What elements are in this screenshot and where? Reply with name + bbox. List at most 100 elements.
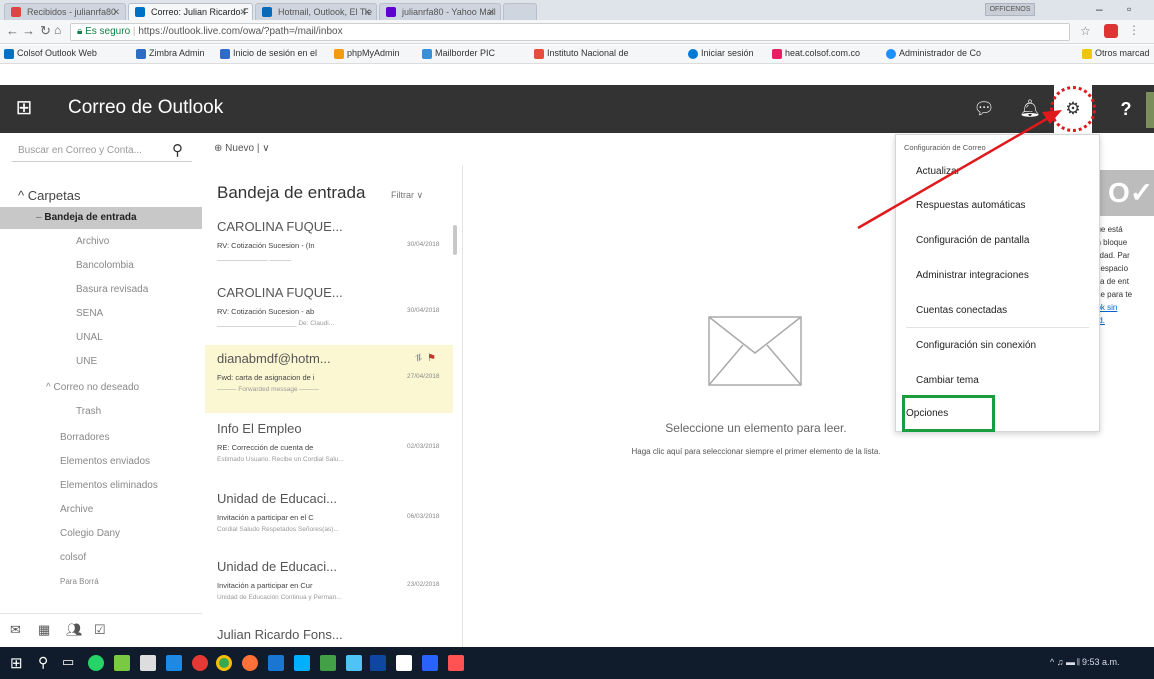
app-icon[interactable] (114, 655, 130, 671)
app-title: Correo de Outlook (68, 97, 224, 118)
calendar-icon[interactable]: ▦ (38, 622, 50, 638)
restore-icon[interactable]: ▫ (1127, 2, 1131, 16)
app-icon[interactable] (320, 655, 336, 671)
menu-item-administrar-integraciones[interactable]: Administrar integraciones (896, 259, 1099, 293)
folder-item[interactable]: Bancolombia (0, 255, 202, 277)
browser-profile-chip[interactable]: OFFICENOS (985, 3, 1035, 16)
folder-item[interactable]: SENA (0, 303, 202, 325)
browser-tab-gmail[interactable]: Recibidos - julianrfa80 ✕ (4, 3, 126, 20)
bookmark-item[interactable]: heat.colsof.com.co (772, 48, 860, 59)
folder-junk[interactable]: ^ Correo no deseado (0, 377, 202, 399)
menu-item-configuracion-sin-conexion[interactable]: Configuración sin conexión (896, 329, 1099, 363)
bookmark-item[interactable]: phpMyAdmin (334, 48, 400, 59)
task-view-icon[interactable]: ▭ (62, 654, 74, 670)
opera-icon[interactable] (192, 655, 208, 671)
message-row[interactable]: Julian Ricardo Fons... (205, 621, 453, 647)
bookmark-item[interactable]: Mailborder PIC (422, 48, 495, 59)
message-row[interactable]: Unidad de Educaci... Invitación a partic… (205, 485, 453, 553)
folder-item[interactable]: Archive (0, 499, 202, 521)
folder-item[interactable]: Trash (0, 401, 202, 423)
search-input[interactable]: Buscar en Correo y Conta... (12, 140, 192, 162)
folder-inbox[interactable]: – Bandeja de entrada (0, 207, 202, 229)
filter-button[interactable]: Filtrar ∨ (391, 190, 423, 201)
folder-item[interactable]: colsof (0, 547, 202, 569)
folder-item[interactable]: Colegio Dany (0, 523, 202, 545)
app-icon[interactable] (370, 655, 386, 671)
app-icon[interactable] (268, 655, 284, 671)
app-icon[interactable] (166, 655, 182, 671)
folder-item[interactable]: Elementos eliminados (0, 475, 202, 497)
message-row[interactable]: CAROLINA FUQUE... RV: Cotización Sucesio… (205, 279, 453, 347)
menu-divider (906, 327, 1089, 328)
close-icon[interactable]: ✕ (487, 4, 495, 20)
folder-item[interactable]: Elementos enviados (0, 451, 202, 473)
skype-chat-icon[interactable]: 💬︎ (966, 85, 1002, 133)
folder-item[interactable]: Para Borrá (0, 571, 202, 593)
menu-item-cambiar-tema[interactable]: Cambiar tema (896, 364, 1099, 398)
bookmark-item[interactable]: Administrador de Co (886, 48, 981, 59)
star-icon[interactable]: ☆ (1080, 24, 1091, 38)
menu-item-cuentas-conectadas[interactable]: Cuentas conectadas (896, 294, 1099, 328)
flag-icon[interactable]: ⚑ (427, 353, 436, 364)
menu-item-respuestas-automaticas[interactable]: Respuestas automáticas (896, 189, 1099, 223)
folder-item[interactable]: Basura revisada (0, 279, 202, 301)
close-icon[interactable]: ✕ (112, 4, 120, 20)
folder-item[interactable]: Borradores (0, 427, 202, 449)
reload-icon[interactable]: ↻ (40, 23, 51, 39)
close-icon[interactable]: ✕ (363, 4, 371, 20)
bookmark-item[interactable]: Inicio de sesión en el (220, 48, 317, 59)
scrollbar-thumb[interactable] (453, 225, 457, 255)
bookmark-folder-other[interactable]: Otros marcad (1082, 48, 1150, 59)
browser-tab-hotmail[interactable]: Hotmail, Outlook, El Tie ✕ (255, 3, 377, 20)
firefox-icon[interactable] (242, 655, 258, 671)
bookmark-item[interactable]: Zimbra Admin (136, 48, 205, 59)
system-tray[interactable]: ^ ♫ ▬ 𝄃 9:53 a.m. (1050, 657, 1120, 668)
app-icon[interactable] (422, 655, 438, 671)
home-icon[interactable]: ⌂ (54, 23, 61, 37)
menu-item-actualizar[interactable]: Actualizar (896, 155, 1099, 189)
menu-item-configuracion-pantalla[interactable]: Configuración de pantalla (896, 224, 1099, 258)
extension-icon[interactable] (1104, 24, 1118, 38)
browser-tab-yahoo[interactable]: julianrfa80 - Yahoo Mail ✕ (379, 3, 501, 20)
windows-start-icon[interactable]: ⊞ (10, 654, 23, 672)
folders-section-toggle[interactable]: ^ Carpetas (0, 185, 202, 207)
forward-icon[interactable]: → (22, 23, 35, 38)
bookmark-item[interactable]: Instituto Nacional de (534, 48, 629, 59)
close-icon[interactable]: ✕ (239, 4, 247, 20)
menu-icon[interactable]: ⋮ (1128, 23, 1140, 37)
app-icon[interactable] (294, 655, 310, 671)
bookmark-item[interactable]: Iniciar sesión (688, 48, 754, 59)
message-subject: Invitación a participar en Cur (217, 581, 313, 590)
select-first-item-link[interactable]: Haga clic aquí para seleccionar siempre … (465, 447, 1047, 456)
message-row-selected[interactable]: dianabmdf@hotm... ⥮ ⚑ Fwd: carta de asig… (205, 345, 453, 413)
folder-item[interactable]: UNE (0, 351, 202, 373)
mail-icon[interactable]: ✉ (10, 622, 21, 638)
folder-item[interactable]: Archivo (0, 231, 202, 253)
chrome-icon[interactable] (216, 655, 232, 671)
message-row[interactable]: Info El Empleo RE: Corrección de cuenta … (205, 415, 453, 483)
message-row[interactable]: CAROLINA FUQUE... RV: Cotización Sucesio… (205, 213, 453, 281)
back-icon[interactable]: ← (6, 23, 19, 38)
new-tab-button[interactable] (503, 3, 537, 20)
new-message-button[interactable]: ⊕ Nuevo | ∨ (214, 143, 270, 154)
help-icon[interactable]: ? (1108, 85, 1144, 133)
search-icon[interactable]: ⚲ (172, 141, 183, 159)
app-icon[interactable] (448, 655, 464, 671)
app-icon[interactable] (396, 655, 412, 671)
app-icon[interactable] (140, 655, 156, 671)
bookmark-item[interactable]: Colsof Outlook Web (4, 48, 97, 59)
app-launcher-icon[interactable]: ⊞ (0, 85, 48, 133)
people-icon[interactable]: 👥︎ (66, 622, 83, 638)
app-icon[interactable] (346, 655, 362, 671)
tasks-icon[interactable]: ☑ (94, 622, 106, 638)
url-input[interactable]: 🔒︎ Es seguro | https://outlook.live.com/… (70, 23, 1070, 41)
avatar[interactable] (1146, 92, 1154, 128)
whatsapp-icon[interactable] (88, 655, 104, 671)
bell-icon[interactable]: 🔔︎ (1012, 85, 1048, 133)
message-row[interactable]: Unidad de Educaci... Invitación a partic… (205, 553, 453, 621)
institute-icon (534, 49, 544, 59)
search-icon[interactable]: ⚲ (38, 654, 48, 671)
browser-tab-outlook[interactable]: Correo: Julian Ricardo F ✕ (128, 3, 253, 20)
folder-item[interactable]: UNAL (0, 327, 202, 349)
minimize-icon[interactable]: – (1096, 2, 1103, 16)
